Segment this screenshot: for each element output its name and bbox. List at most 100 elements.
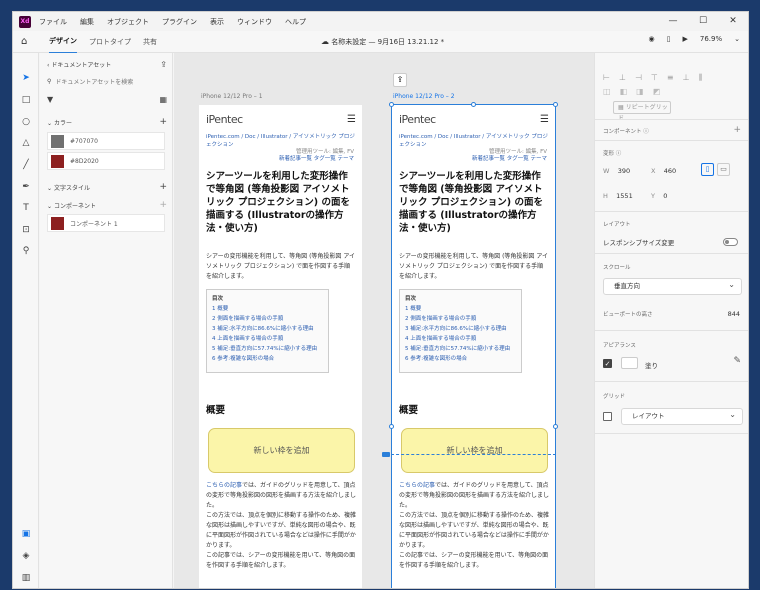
tab-share[interactable]: 共有 [143, 31, 157, 53]
scroll-direction-select[interactable]: 垂直方向 [603, 277, 742, 295]
resize-handle[interactable] [553, 424, 558, 429]
assets-panel-icon[interactable]: ▣ [20, 528, 32, 540]
line-tool-icon[interactable]: ╱ [20, 159, 32, 171]
toc-item: 4 上面を描画する場合の手順 [405, 336, 477, 342]
resize-handle[interactable] [471, 102, 476, 107]
article-title: シアーツールを利用した変形操作で等角図 (等角投影図 アイソメトリック プロジェ… [206, 171, 350, 234]
subtract-icon[interactable]: ◧ [620, 87, 628, 96]
text-styles-section-header[interactable]: ⌄ 文字スタイル + [47, 182, 167, 192]
article-title: シアーツールを利用した変形操作で等角図 (等角投影図 アイソメトリック プロジェ… [399, 171, 543, 234]
rectangle-tool-icon[interactable]: □ [20, 94, 32, 106]
menu-window[interactable]: ウィンドウ [237, 17, 272, 27]
play-icon[interactable]: ▶ [682, 35, 687, 43]
union-icon[interactable]: ◫ [603, 87, 611, 96]
artboard-1[interactable]: iPentec ☰ iPentec.com / Doc / Illustrato… [199, 105, 362, 588]
tab-prototype[interactable]: プロトタイプ [89, 31, 131, 53]
add-component-icon[interactable]: + [159, 200, 167, 210]
y-field[interactable]: Y 0 [651, 192, 667, 200]
divider [595, 140, 748, 141]
filter-icon[interactable]: ▼ [47, 95, 53, 104]
intersect-icon[interactable]: ◨ [636, 87, 644, 96]
color-swatch-707070[interactable]: #707070 [47, 132, 165, 150]
minimize-button[interactable]: — [658, 12, 688, 31]
pen-tool-icon[interactable]: ✒ [20, 181, 32, 193]
add-component-icon[interactable]: + [733, 125, 741, 135]
fill-checkbox[interactable]: ✓ [603, 359, 612, 368]
exclude-icon[interactable]: ◩ [653, 87, 661, 96]
align-bottom-icon[interactable]: ⊥ [683, 73, 690, 83]
zoom-tool-icon[interactable]: ⚲ [20, 245, 32, 257]
page-header: iPentec ☰ [399, 113, 549, 126]
artboard-tool-icon[interactable]: ⊡ [20, 224, 32, 236]
menu-help[interactable]: ヘルプ [285, 17, 306, 27]
assets-panel: ‹ ドキュメントアセット ⇪ ⚲ ドキュメントアセットを検索 ▼ ▦ ⌄ カラー… [40, 53, 173, 588]
resize-handle[interactable] [389, 424, 394, 429]
landscape-orientation-icon[interactable]: ▭ [717, 163, 730, 176]
text-tool-icon[interactable]: T [20, 202, 32, 214]
xd-logo-icon: Xd [19, 15, 31, 28]
menu-plugins[interactable]: プラグイン [162, 17, 197, 27]
responsive-resize-toggle[interactable] [723, 238, 738, 246]
portrait-orientation-icon[interactable]: ▯ [701, 163, 714, 176]
ellipse-tool-icon[interactable]: ○ [20, 116, 32, 128]
x-field[interactable]: X 460 [651, 167, 676, 175]
menu-view[interactable]: 表示 [210, 17, 224, 27]
resize-handle[interactable] [553, 102, 558, 107]
add-text-style-icon[interactable]: + [159, 182, 167, 192]
window-controls: — ☐ ✕ [658, 12, 748, 31]
artboard-label-1[interactable]: iPhone 12/12 Pro – 1 [201, 93, 263, 100]
home-icon[interactable]: ⌂ [21, 36, 33, 47]
grid-view-icon[interactable]: ▦ [159, 95, 167, 104]
resize-handle[interactable] [389, 102, 394, 107]
viewport-height-value[interactable]: 844 [728, 310, 740, 318]
select-tool-icon[interactable]: ➤ [20, 72, 32, 84]
zoom-level[interactable]: 76.9% [700, 35, 722, 43]
grid-checkbox[interactable] [603, 412, 612, 421]
add-color-icon[interactable]: + [159, 117, 167, 127]
close-button[interactable]: ✕ [718, 12, 748, 31]
tab-design[interactable]: デザイン [49, 30, 77, 54]
divider [595, 330, 748, 331]
height-field[interactable]: H 1551 [603, 192, 633, 200]
layout-heading: レイアウト [603, 222, 631, 228]
components-section-header[interactable]: ⌄ コンポーネント + [47, 200, 167, 210]
cloud-icon: ☁ [321, 37, 329, 46]
width-field[interactable]: W 390 [603, 167, 630, 175]
chevron-down-icon: ⌄ [47, 184, 54, 192]
fill-color-swatch[interactable] [621, 357, 638, 369]
design-canvas[interactable]: iPhone 12/12 Pro – 1 iPhone 12/12 Pro – … [174, 53, 594, 588]
align-center-icon[interactable]: ⊥ [619, 73, 626, 83]
layers-panel-icon[interactable]: ◈ [20, 550, 32, 562]
plugins-panel-icon[interactable]: ▥ [20, 572, 32, 584]
grid-type-select[interactable]: レイアウト [621, 407, 743, 425]
mobile-preview-icon[interactable]: ▯ [667, 35, 671, 43]
viewport-height-marker[interactable] [382, 452, 390, 457]
align-top-icon[interactable]: ⊤ [651, 73, 658, 83]
artboard-label-2[interactable]: iPhone 12/12 Pro – 2 [393, 93, 455, 100]
artboard-2[interactable]: iPentec ☰ iPentec.com / Doc / Illustrato… [392, 105, 555, 588]
eyedropper-icon[interactable]: ✎ [733, 356, 741, 366]
colors-section-header[interactable]: ⌄ カラー + [47, 117, 167, 127]
component-heading: コンポーネント ⓘ [603, 129, 649, 135]
table-of-contents: 目次 1 概要 2 側面を描画する場合の手順 3 補足:水平方向に86.6%に縮… [206, 289, 329, 373]
user-icon[interactable]: ◉ [649, 35, 655, 43]
share-artboard-icon[interactable]: ⇪ [393, 73, 407, 87]
menu-edit[interactable]: 編集 [80, 17, 94, 27]
polygon-tool-icon[interactable]: △ [20, 137, 32, 149]
repeat-grid-button[interactable]: ▦ リピートグリッド [613, 101, 671, 122]
align-left-icon[interactable]: ⊢ [603, 73, 610, 83]
component-item[interactable]: コンポーネント 1 [47, 214, 165, 232]
toolbar-right: ◉ ▯ ▶ 76.9% ⌄ [649, 35, 740, 43]
toc-item: 6 参考:複雑な図形の場合 [212, 356, 275, 362]
align-middle-icon[interactable]: ≡ [667, 73, 674, 83]
align-right-icon[interactable]: ⊣ [635, 73, 642, 83]
distribute-icon[interactable]: ⫼ [699, 73, 703, 83]
export-icon[interactable]: ⇪ [160, 60, 167, 69]
chevron-down-icon[interactable]: ⌄ [734, 35, 740, 43]
menu-object[interactable]: オブジェクト [107, 17, 149, 27]
color-swatch-8d2020[interactable]: #8D2020 [47, 152, 165, 170]
maximize-button[interactable]: ☐ [688, 12, 718, 31]
align-tools-row: ⊢ ⊥ ⊣ ⊤ ≡ ⊥ ⫼ [603, 73, 702, 83]
asset-search-input[interactable]: ⚲ ドキュメントアセットを検索 [47, 77, 133, 86]
menu-file[interactable]: ファイル [39, 17, 67, 27]
